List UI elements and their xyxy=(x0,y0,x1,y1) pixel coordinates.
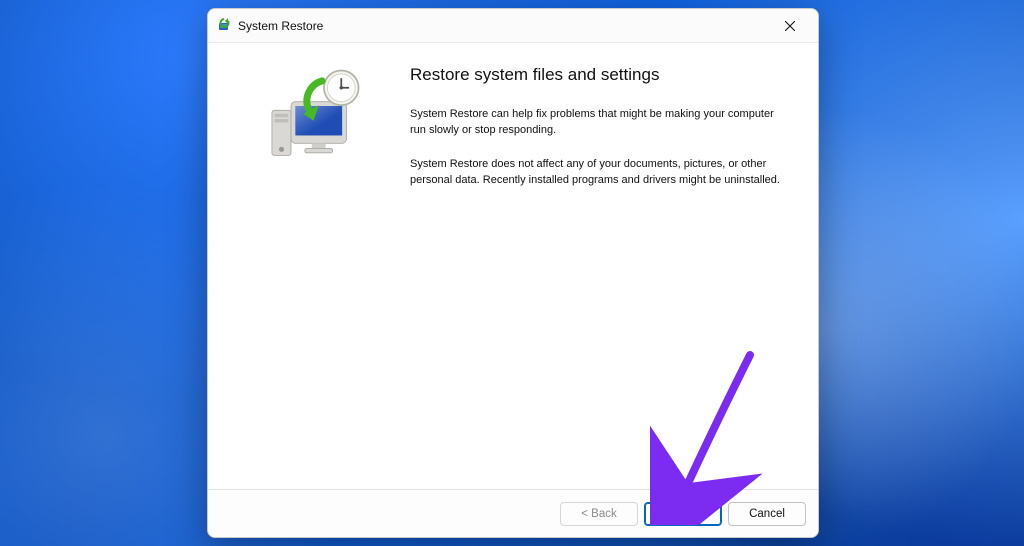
wizard-footer: < Back Next > Cancel xyxy=(208,489,818,537)
paragraph-1: System Restore can help fix problems tha… xyxy=(410,107,790,139)
paragraph-2: System Restore does not affect any of yo… xyxy=(410,157,790,189)
wizard-illustration xyxy=(232,61,402,479)
window-title: System Restore xyxy=(238,19,770,33)
wizard-content: Restore system files and settings System… xyxy=(402,61,794,479)
system-restore-icon xyxy=(265,67,369,171)
page-heading: Restore system files and settings xyxy=(410,65,794,85)
close-icon xyxy=(785,21,795,31)
cancel-button[interactable]: Cancel xyxy=(728,502,806,526)
next-button[interactable]: Next > xyxy=(644,502,722,526)
back-button: < Back xyxy=(560,502,638,526)
system-restore-window: System Restore xyxy=(207,8,819,538)
close-button[interactable] xyxy=(770,9,810,42)
app-icon xyxy=(216,18,232,34)
title-bar[interactable]: System Restore xyxy=(208,9,818,43)
